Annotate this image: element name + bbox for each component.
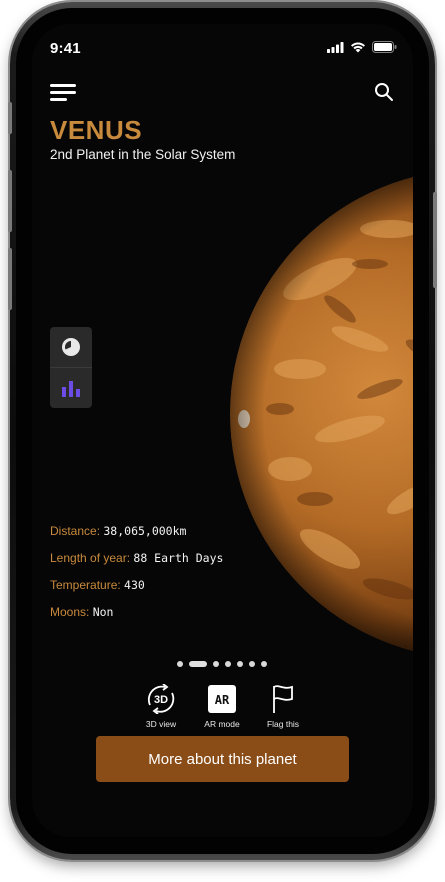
3d-view-button[interactable]: 3D 3D view <box>131 684 191 729</box>
ar-mode-label: AR mode <box>204 719 240 729</box>
temperature-label: Temperature: <box>50 578 121 592</box>
distance-row: Distance: 38,065,000km <box>50 524 186 538</box>
app-screen: 9:41 VENUS 2nd Planet in the Solar Syste… <box>32 24 413 837</box>
svg-text:AR: AR <box>215 693 230 707</box>
stats-view-button[interactable] <box>50 368 92 408</box>
signal-icon <box>327 41 344 53</box>
page-dot[interactable] <box>177 661 183 667</box>
volume-down-button <box>8 248 12 310</box>
svg-text:3D: 3D <box>154 694 168 706</box>
power-button <box>433 192 437 288</box>
flag-label: Flag this <box>266 719 300 729</box>
view-toggle <box>50 327 92 408</box>
search-icon[interactable] <box>373 81 395 103</box>
page-dot[interactable] <box>249 661 255 667</box>
page-indicator <box>177 661 267 667</box>
page-dot[interactable] <box>261 661 267 667</box>
ar-icon: AR <box>208 685 236 713</box>
page-dot[interactable] <box>213 661 219 667</box>
temperature-row: Temperature: 430 <box>50 578 145 592</box>
bar-chart-icon <box>62 381 80 397</box>
battery-icon <box>372 41 397 53</box>
volume-up-button <box>8 170 12 232</box>
menu-icon[interactable] <box>50 84 78 102</box>
page-dot[interactable] <box>237 661 243 667</box>
planet-image <box>230 169 413 659</box>
planet-view-button[interactable] <box>50 327 92 367</box>
status-time: 9:41 <box>50 40 81 57</box>
year-length-row: Length of year: 88 Earth Days <box>50 551 223 565</box>
flag-button[interactable]: Flag this <box>253 684 313 729</box>
flag-icon <box>273 685 293 713</box>
more-about-planet-button[interactable]: More about this planet <box>96 736 349 782</box>
3d-view-label: 3D view <box>145 719 177 729</box>
distance-value: 38,065,000km <box>103 524 187 538</box>
moons-label: Moons: <box>50 605 90 619</box>
page-dot[interactable] <box>225 661 231 667</box>
moons-value: Non <box>92 605 114 619</box>
3d-rotate-icon: 3D <box>147 684 175 714</box>
year-length-value: 88 Earth Days <box>133 551 224 565</box>
distance-label: Distance: <box>50 524 101 538</box>
moons-row: Moons: Non <box>50 605 113 619</box>
status-bar: 9:41 <box>32 24 413 68</box>
wifi-icon <box>351 42 365 52</box>
ar-mode-button[interactable]: AR AR mode <box>192 684 252 729</box>
planet-title: VENUS <box>50 115 143 145</box>
status-icons <box>327 41 397 53</box>
year-length-label: Length of year: <box>50 551 131 565</box>
pie-chart-icon <box>62 338 80 356</box>
silent-switch <box>8 102 12 134</box>
temperature-value: 430 <box>124 578 145 592</box>
planet-subtitle: 2nd Planet in the Solar System <box>50 147 236 162</box>
page-dot-active[interactable] <box>189 661 207 667</box>
